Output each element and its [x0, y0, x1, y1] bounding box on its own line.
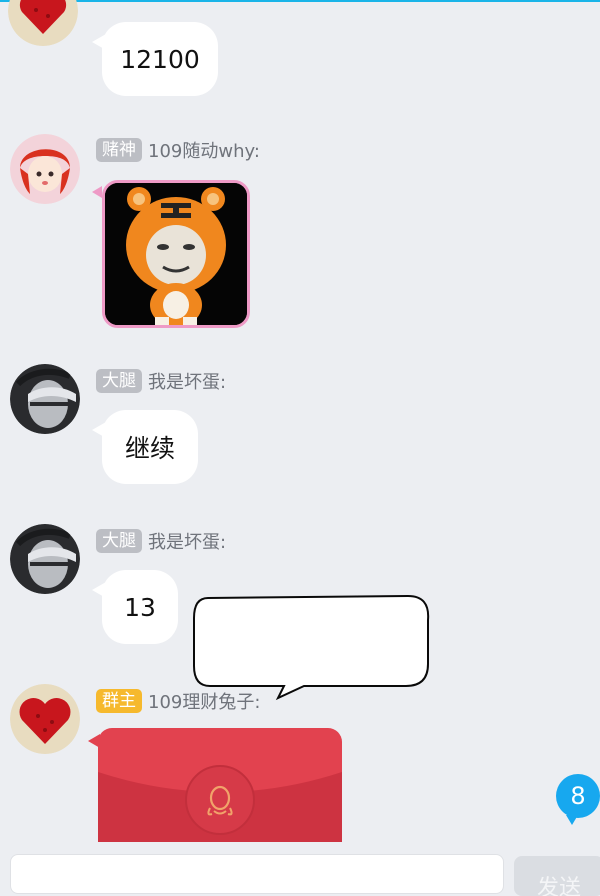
bubble-tail — [92, 582, 106, 598]
message-text: 13 — [124, 592, 156, 622]
bubble-tail — [92, 422, 106, 438]
member-title-badge: 赌神 — [96, 138, 142, 162]
sender-line: 群主 109理财兔子: — [96, 688, 260, 714]
sticker-image[interactable] — [102, 180, 250, 328]
member-title-badge: 大腿 — [96, 369, 142, 393]
message-bubble[interactable]: 12100 — [92, 22, 218, 96]
red-packet-message[interactable] — [98, 728, 342, 842]
sender-line: 大腿 我是坏蛋: — [96, 528, 226, 554]
message-text: 12100 — [120, 44, 200, 74]
sender-name[interactable]: 109随动why: — [148, 137, 260, 163]
sender-name[interactable]: 我是坏蛋: — [148, 528, 226, 554]
message-text: 继续 — [124, 434, 175, 463]
sender-line: 赌神 109随动why: — [96, 137, 260, 163]
message-input[interactable] — [10, 854, 504, 894]
bubble-tail — [92, 34, 106, 50]
sender-name[interactable]: 109理财兔子: — [148, 688, 260, 714]
send-button[interactable]: 发送 — [514, 856, 600, 896]
send-label: 发送 — [536, 876, 581, 896]
message-bubble[interactable]: 继续 — [92, 410, 198, 484]
avatar[interactable] — [8, 0, 78, 46]
avatar[interactable] — [10, 684, 80, 754]
bubble-tail — [92, 186, 102, 198]
sender-name[interactable]: 我是坏蛋: — [148, 368, 226, 394]
tiger-costume-face-sticker — [105, 183, 247, 325]
avatar[interactable] — [10, 524, 80, 594]
top-accent-line — [0, 0, 600, 2]
avatar[interactable] — [10, 364, 80, 434]
sender-line: 大腿 我是坏蛋: — [96, 368, 226, 394]
group-owner-badge: 群主 — [96, 689, 142, 713]
avatar[interactable] — [10, 134, 80, 204]
unread-count-badge[interactable]: 8 — [556, 774, 600, 825]
unread-count: 8 — [570, 782, 586, 810]
drawn-speech-bubble — [193, 594, 430, 701]
member-title-badge: 大腿 — [96, 529, 142, 553]
message-bubble[interactable]: 13 — [92, 570, 178, 644]
